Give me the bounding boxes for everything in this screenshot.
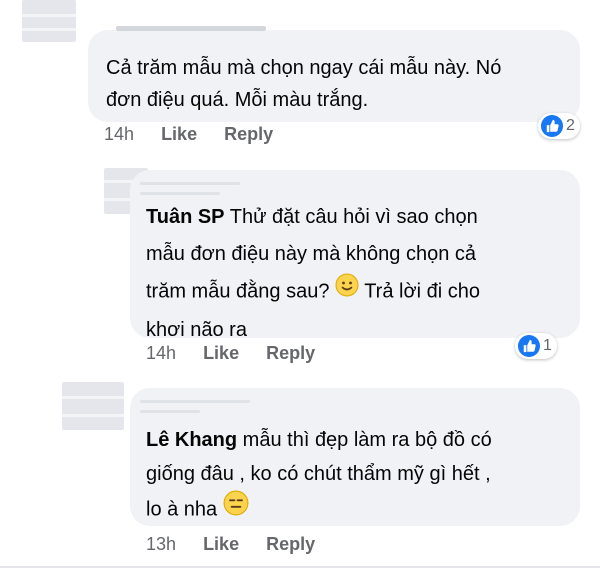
reply-button[interactable]: Reply [224, 124, 273, 144]
author-name-blurred[interactable] [140, 182, 240, 185]
author-name-blurred[interactable] [116, 26, 266, 31]
divider [0, 566, 600, 568]
comment-text: Cả trăm mẫu mà chọn ngay cái mẫu này. Nó… [106, 52, 501, 116]
comment-actions: 14h Like Reply [104, 124, 295, 145]
comment-actions: 13h Like Reply [146, 534, 337, 555]
timestamp[interactable]: 14h [104, 124, 134, 144]
author-name[interactable]: Tuân SP [146, 206, 225, 228]
comment-text: Tuân SP Thử đặt câu hỏi vì sao chọn mẫu … [146, 201, 480, 346]
comment-line: Thử đặt câu hỏi vì sao chọn [224, 206, 478, 228]
reaction-count[interactable]: 2 [538, 113, 580, 139]
comment-actions: 14h Like Reply [146, 343, 337, 364]
like-button[interactable]: Like [161, 124, 197, 144]
comment-line: Trả lời đi cho [359, 280, 480, 303]
comment-line: giống đâu , ko có chút thẩm mỹ gì hết , [146, 463, 491, 485]
like-button[interactable]: Like [203, 534, 239, 554]
author-name-blurred[interactable] [140, 410, 200, 413]
comment-line: mẫu đơn điệu này mà không chọn cả [146, 243, 476, 265]
comment-line: trăm mẫu đằng sau? [146, 280, 335, 303]
avatar[interactable] [22, 0, 76, 42]
author-name-blurred[interactable] [140, 400, 250, 403]
comment-line: Cả trăm mẫu mà chọn ngay cái mẫu này. Nó [106, 57, 502, 79]
comment-line: lo à nha [146, 498, 223, 521]
comment-line: mẫu thì đẹp làm ra bộ đồ có [237, 429, 492, 451]
reaction-count[interactable]: 1 [515, 333, 557, 359]
reply-button[interactable]: Reply [266, 343, 315, 363]
author-name-blurred[interactable] [140, 192, 220, 195]
comment-text: Lê Khang mẫu thì đẹp làm ra bộ đồ có giố… [146, 424, 492, 528]
like-button[interactable]: Like [203, 343, 239, 363]
timestamp[interactable]: 13h [146, 534, 176, 554]
avatar[interactable] [62, 382, 124, 430]
smiling-face-emoji-icon [335, 273, 359, 307]
expressionless-face-emoji-icon [223, 490, 249, 526]
comment-line: đơn điệu quá. Mỗi màu trắng. [106, 89, 369, 111]
like-reaction-icon [541, 115, 563, 137]
reply-button[interactable]: Reply [266, 534, 315, 554]
timestamp[interactable]: 14h [146, 343, 176, 363]
comment-line: khơi não ra [146, 319, 247, 341]
reaction-number: 2 [566, 117, 575, 134]
like-reaction-icon [518, 335, 540, 357]
author-name[interactable]: Lê Khang [146, 429, 237, 451]
reaction-number: 1 [543, 337, 552, 354]
